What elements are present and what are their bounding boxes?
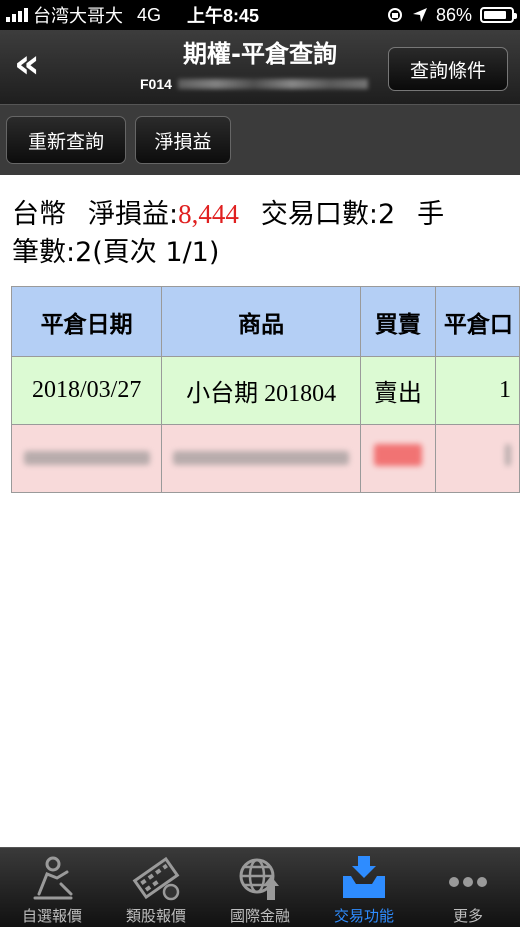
col-buy-sell[interactable]: 買賣 bbox=[359, 286, 436, 357]
account-prefix: F014 bbox=[140, 76, 172, 92]
close-date-cell: 2018/03/27 bbox=[10, 356, 163, 425]
table-header-row: 平倉日期 商品 買賣 平倉口 bbox=[10, 286, 520, 357]
account-number: F014 bbox=[140, 76, 368, 92]
account-mask bbox=[177, 79, 368, 89]
col-close-date[interactable]: 平倉日期 bbox=[10, 286, 163, 357]
carrier-name: 台湾大哥大 bbox=[33, 6, 123, 26]
redacted-date-cell bbox=[10, 424, 163, 493]
table-row[interactable]: 2018/03/27 小台期 201804 賣出 1 bbox=[10, 356, 520, 425]
close-qty-cell: 1 bbox=[434, 356, 520, 425]
action-toolbar: 重新查詢 淨損益 bbox=[0, 105, 520, 175]
location-arrow-icon bbox=[412, 8, 427, 22]
tab-more[interactable]: 更多 bbox=[416, 848, 520, 927]
sector-quote-icon bbox=[132, 856, 180, 901]
col-close-qty[interactable]: 平倉口 bbox=[434, 286, 520, 357]
table-row-redacted[interactable] bbox=[10, 424, 520, 493]
tab-global-finance[interactable]: 國際金融 bbox=[208, 848, 312, 927]
battery-percent: 86% bbox=[435, 4, 472, 25]
tab-label: 交易功能 bbox=[333, 907, 394, 925]
redacted-qty-cell bbox=[434, 424, 520, 493]
truncated-label: 手 bbox=[417, 199, 445, 230]
product-cell: 小台期 201804 bbox=[161, 356, 361, 425]
tab-label: 自選報價 bbox=[21, 907, 82, 925]
trade-function-icon bbox=[343, 856, 385, 898]
closed-positions-table: 平倉日期 商品 買賣 平倉口 2018/03/27 小台期 201804 賣出 … bbox=[10, 286, 520, 493]
summary: 台幣 淨損益:8,444 交易口數:2 手 筆數:2(頁次 1/1) bbox=[12, 195, 444, 272]
more-icon bbox=[449, 877, 487, 887]
tab-watchlist[interactable]: 自選報價 bbox=[0, 848, 104, 927]
tab-label: 更多 bbox=[452, 907, 483, 925]
lots-label: 交易口數:2 bbox=[260, 199, 396, 230]
globe-finance-icon bbox=[239, 858, 279, 900]
tab-trade-function[interactable]: 交易功能 bbox=[312, 848, 416, 927]
tab-label: 類股報價 bbox=[125, 907, 186, 925]
redacted-side-cell bbox=[359, 424, 436, 493]
watchlist-icon bbox=[33, 856, 73, 900]
tab-label: 國際金融 bbox=[229, 907, 290, 925]
battery-icon bbox=[480, 7, 517, 23]
status-bar: 台湾大哥大 4G 上午8:45 86% bbox=[0, 0, 520, 30]
net-pl-button[interactable]: 淨損益 bbox=[135, 116, 231, 164]
signal-strength-icon bbox=[6, 8, 28, 22]
currency-label: 台幣 bbox=[12, 199, 66, 230]
clock: 上午8:45 bbox=[187, 6, 260, 26]
record-count: 筆數:2(頁次 1/1) bbox=[12, 237, 220, 268]
network-type: 4G bbox=[137, 4, 162, 25]
bottom-tab-bar: 自選報價 類股報價 國際金融 交易功能 更多 bbox=[0, 847, 520, 927]
tab-sector-quote[interactable]: 類股報價 bbox=[104, 848, 208, 927]
query-conditions-button[interactable]: 查詢條件 bbox=[388, 47, 508, 91]
requery-button[interactable]: 重新查詢 bbox=[6, 116, 126, 164]
redacted-product-cell bbox=[161, 424, 361, 493]
buy-sell-cell: 賣出 bbox=[359, 356, 436, 425]
net-pl-value: 8,444 bbox=[178, 199, 239, 229]
net-pl-label: 淨損益: bbox=[88, 199, 179, 230]
summary-line-1: 台幣 淨損益:8,444 交易口數:2 手 bbox=[12, 195, 444, 234]
col-product[interactable]: 商品 bbox=[161, 286, 361, 357]
nav-header: « 期權-平倉查詢 F014 查詢條件 bbox=[0, 30, 520, 105]
orientation-lock-icon bbox=[387, 8, 402, 22]
